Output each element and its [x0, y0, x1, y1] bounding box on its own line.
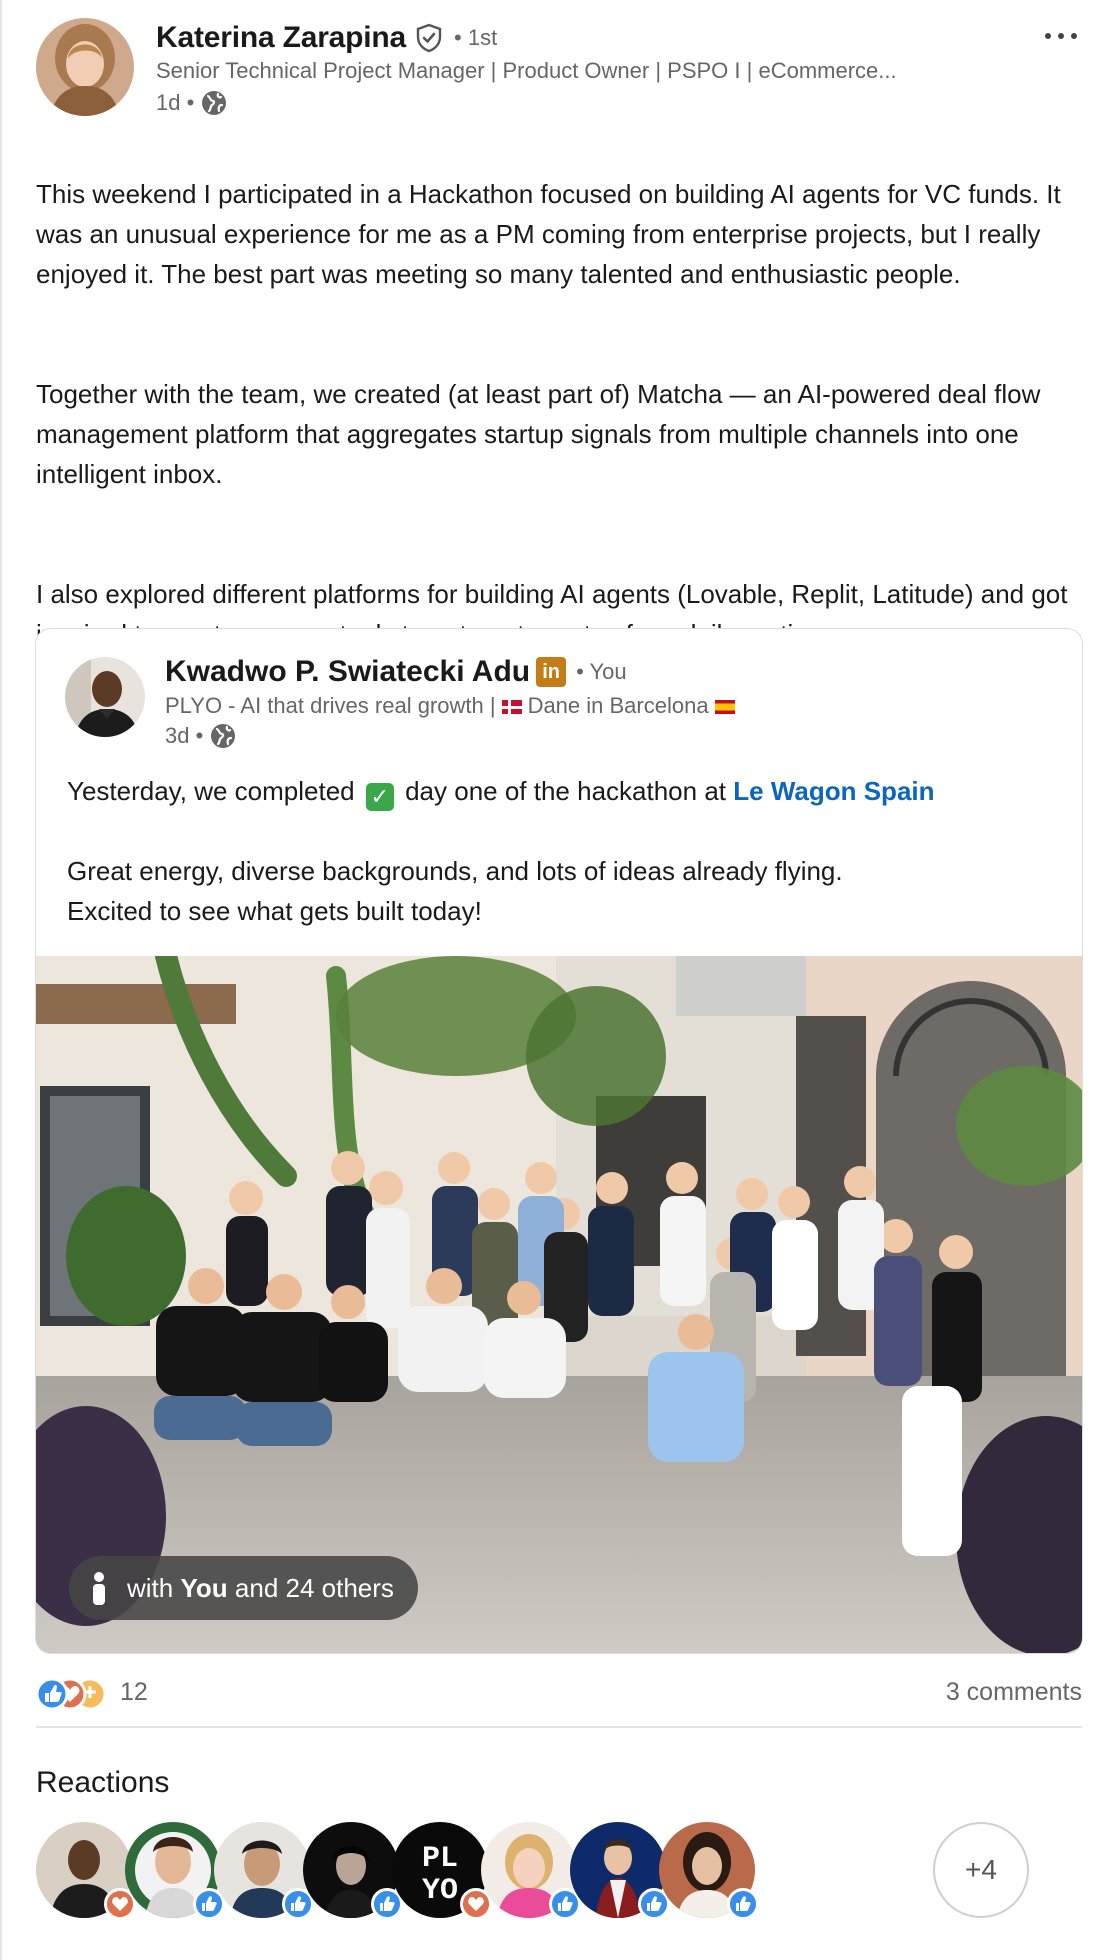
shared-author-info: Kwadwo P. Swiatecki Adu in • You PLYO - …: [165, 653, 1045, 751]
verified-shield-icon: [414, 23, 444, 53]
post-header: Katerina Zarapina • 1st Senior Technical…: [36, 18, 1086, 118]
reshared-post-card[interactable]: Kwadwo P. Swiatecki Adu in • You PLYO - …: [35, 628, 1083, 1654]
shared-headline-prefix: PLYO - AI that drives real growth |: [165, 693, 496, 718]
reactor-5-plyo[interactable]: PL YO: [392, 1822, 492, 1920]
post-paragraph-2: Together with the team, we created (at l…: [36, 379, 1041, 489]
shared-author-name[interactable]: Kwadwo P. Swiatecki Adu: [165, 655, 530, 689]
author-name[interactable]: Katerina Zarapina: [156, 21, 406, 55]
left-border: [0, 0, 2, 1960]
reactor-3[interactable]: [214, 1822, 314, 1920]
shared-author-you-label: • You: [576, 659, 627, 684]
post-body: This weekend I participated in a Hackath…: [36, 134, 1076, 694]
shared-line-1-middle: day one of the hackathon at: [405, 776, 727, 806]
shared-author-headline: PLYO - AI that drives real growth | Dane …: [165, 693, 1045, 719]
divider: [36, 1726, 1082, 1728]
shared-line-2: Great energy, diverse backgrounds, and l…: [67, 856, 843, 886]
shared-line-3: Excited to see what gets built today!: [67, 896, 482, 926]
reactions-heading: Reactions: [36, 1766, 170, 1799]
check-mark-icon: ✓: [365, 783, 394, 811]
reaction-count[interactable]: 12: [120, 1678, 148, 1707]
reactor-1[interactable]: [36, 1822, 136, 1920]
tag-suffix: and 24 others: [234, 1572, 394, 1603]
author-info: Katerina Zarapina • 1st Senior Technical…: [156, 18, 1036, 118]
linkedin-premium-icon: in: [536, 657, 567, 687]
svg-text:PL: PL: [422, 1842, 458, 1876]
shared-headline-suffix: Dane in Barcelona: [527, 693, 709, 718]
reactor-8[interactable]: [659, 1822, 759, 1920]
person-icon: [93, 1572, 105, 1605]
social-counts-bar: 12 3 comments: [35, 1672, 1082, 1716]
reactor-7[interactable]: [570, 1822, 670, 1920]
shared-post-time: 3d •: [165, 723, 204, 748]
spain-flag-icon: [714, 700, 735, 714]
reactor-6[interactable]: [481, 1822, 581, 1920]
author-headline: Senior Technical Project Manager | Produ…: [156, 58, 897, 83]
post-time: 1d •: [156, 90, 195, 115]
post-paragraph-1: This weekend I participated in a Hackath…: [36, 179, 1061, 289]
ellipsis-icon: [1045, 33, 1077, 39]
reactor-4[interactable]: [303, 1822, 403, 1920]
reactors-list: PL YO +4: [36, 1822, 1082, 1922]
reactor-2[interactable]: [125, 1822, 225, 1920]
shared-line-1: Yesterday, we completed ✓ day one of the…: [67, 771, 1057, 811]
connection-degree: • 1st: [454, 25, 498, 50]
more-reactors-button[interactable]: +4: [933, 1822, 1029, 1918]
more-options-button[interactable]: [1036, 18, 1086, 54]
tag-prefix: with: [127, 1572, 174, 1603]
svg-text:YO: YO: [422, 1874, 458, 1908]
le-wagon-mention-link[interactable]: Le Wagon Spain: [733, 776, 934, 806]
author-avatar[interactable]: [36, 18, 134, 116]
shared-post-body: Yesterday, we completed ✓ day one of the…: [67, 771, 1057, 931]
reaction-icons[interactable]: [35, 1676, 110, 1712]
shared-line-1-start: Yesterday, we completed: [67, 776, 355, 806]
tagged-people-button[interactable]: with You and 24 others: [69, 1556, 418, 1620]
globe-icon: [200, 89, 228, 117]
group-photo[interactable]: with You and 24 others: [36, 956, 1082, 1653]
comments-count[interactable]: 3 comments: [946, 1678, 1082, 1707]
shared-author-avatar[interactable]: [65, 657, 145, 737]
like-reaction-icon: [727, 1888, 759, 1920]
denmark-flag-icon: [501, 700, 522, 714]
tag-bold: You: [180, 1572, 228, 1603]
globe-icon: [209, 722, 237, 750]
